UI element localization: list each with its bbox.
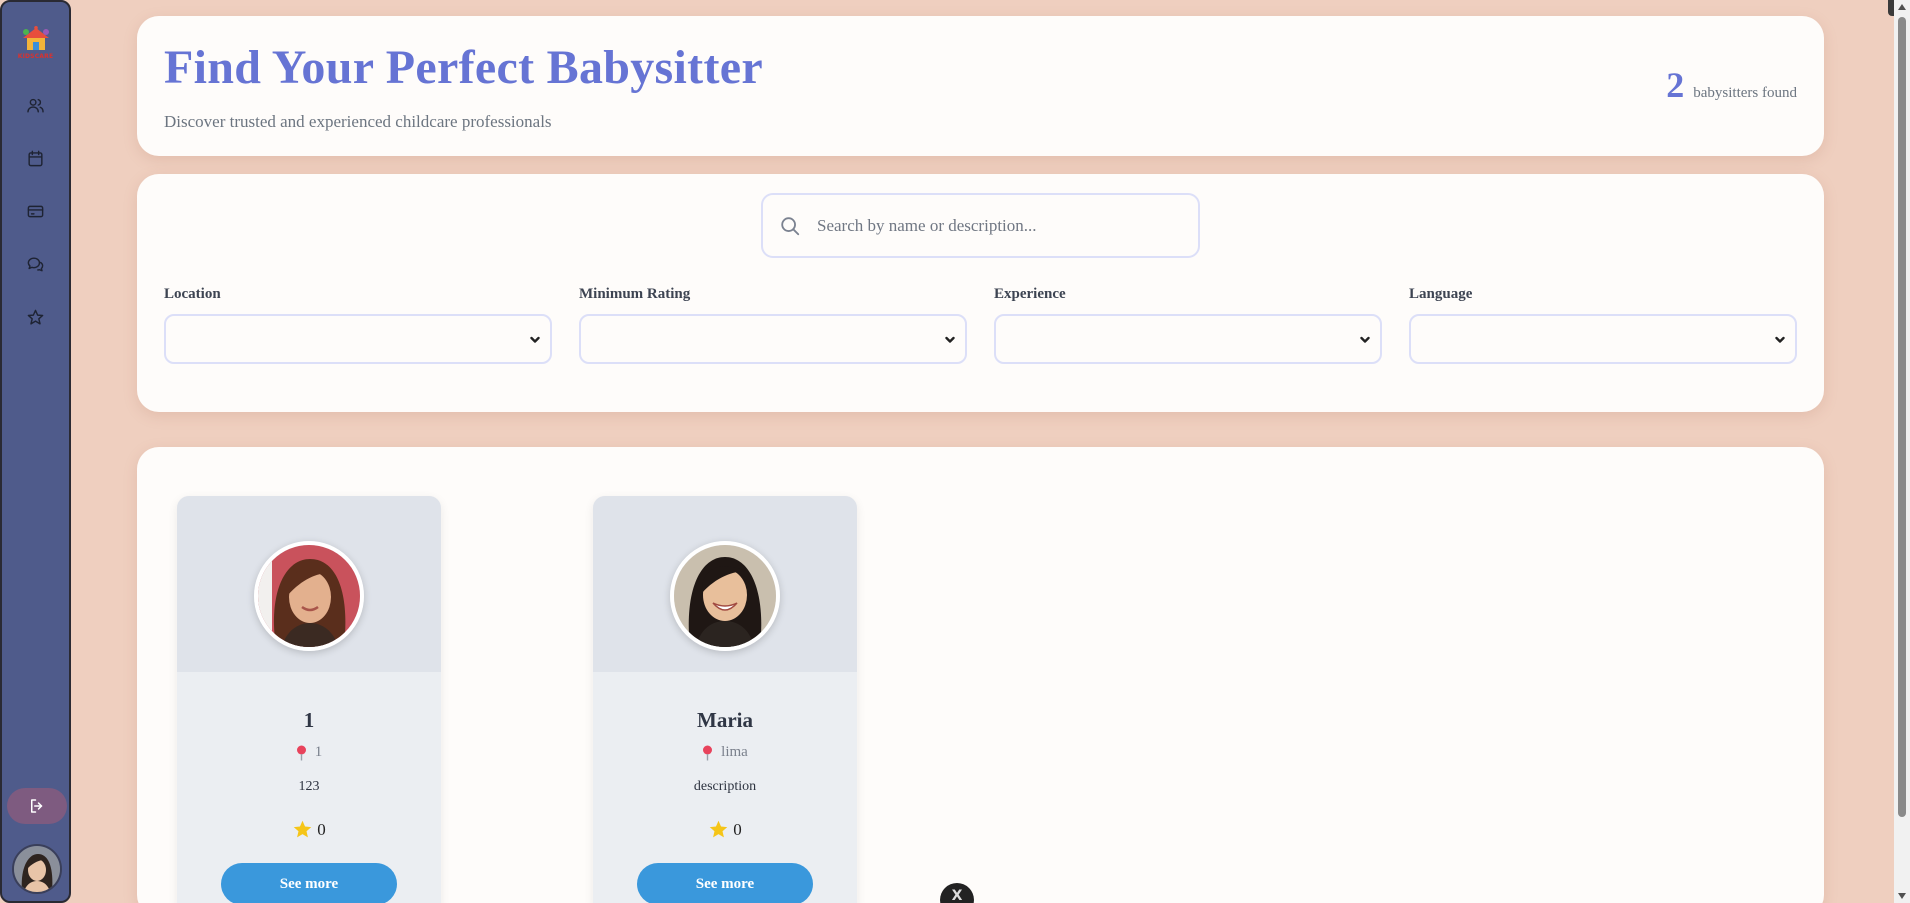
sidebar-item-messages[interactable] — [25, 253, 47, 275]
chevron-down-icon — [945, 336, 955, 343]
sitter-photo — [254, 541, 364, 651]
results-count-label: babysitters found — [1693, 85, 1797, 101]
rating-select[interactable] — [579, 314, 967, 364]
credit-card-icon — [27, 205, 44, 217]
star-outline-icon — [27, 309, 44, 325]
page-scrollbar[interactable] — [1894, 0, 1910, 903]
users-icon — [27, 98, 44, 113]
star-icon — [294, 820, 312, 838]
house-logo-icon — [22, 26, 49, 50]
language-select[interactable] — [1409, 314, 1797, 364]
pin-icon — [703, 745, 713, 760]
sitter-rating: 0 — [177, 819, 441, 840]
user-avatar-image — [14, 846, 60, 892]
header-card: Find Your Perfect Babysitter Discover tr… — [137, 16, 1824, 156]
sitter-card-header — [593, 496, 857, 672]
sitter-card-header — [177, 496, 441, 672]
search-icon — [781, 216, 800, 235]
see-more-button[interactable]: See more — [637, 863, 813, 903]
sitter-photo-image — [674, 545, 776, 647]
sitter-location: 1 — [177, 744, 441, 761]
filter-location: Location — [164, 286, 552, 364]
location-select[interactable] — [164, 314, 552, 364]
sitter-photo-image — [258, 545, 360, 647]
sitter-location-text: 1 — [314, 744, 323, 760]
scroll-down-arrow[interactable] — [1898, 893, 1906, 899]
app-logo[interactable]: KIDSCARE — [13, 26, 59, 66]
user-avatar[interactable] — [12, 844, 62, 894]
sitter-name: Maria — [697, 708, 753, 732]
star-icon — [710, 820, 728, 838]
sitter-rating: 0 — [593, 819, 857, 840]
location-label: Location — [164, 286, 221, 302]
chat-icon — [27, 256, 44, 271]
calendar-icon — [28, 150, 43, 166]
scroll-thumb[interactable] — [1898, 17, 1906, 817]
chevron-down-icon — [1775, 336, 1785, 343]
sidebar-item-calendar[interactable] — [25, 147, 47, 169]
sidebar: KIDSCARE — [0, 0, 71, 903]
sitter-location-text: lima — [721, 744, 748, 760]
filter-card: Location Minimum Rating Experience Langu… — [137, 174, 1824, 412]
logout-button[interactable] — [7, 788, 67, 824]
filter-language: Language — [1409, 286, 1797, 364]
search-box[interactable] — [761, 193, 1200, 258]
page-title: Find Your Perfect Babysitter — [164, 41, 763, 94]
filter-rating: Minimum Rating — [579, 286, 967, 364]
sidebar-item-favorites[interactable] — [25, 306, 47, 328]
logo-text: KIDSCARE — [17, 53, 54, 60]
pin-icon — [296, 745, 306, 760]
sitter-photo — [670, 541, 780, 651]
search-input[interactable] — [817, 205, 1177, 246]
sitter-location: lima — [593, 744, 857, 761]
rating-label: Minimum Rating — [579, 286, 691, 302]
experience-label: Experience — [994, 286, 1066, 302]
sitter-rating-value: 0 — [733, 819, 742, 839]
page-subtitle: Discover trusted and experienced childca… — [164, 112, 552, 131]
language-label: Language — [1409, 286, 1473, 302]
sitter-name: 1 — [303, 708, 315, 732]
filter-experience: Experience — [994, 286, 1382, 364]
chevron-down-icon — [1360, 336, 1370, 343]
logout-icon — [31, 799, 43, 813]
sidebar-nav — [25, 94, 47, 328]
results-count: 2 babysitters found — [1666, 64, 1797, 106]
sidebar-item-payments[interactable] — [25, 200, 47, 222]
scroll-up-arrow[interactable] — [1898, 4, 1906, 10]
sidebar-item-babysitters[interactable] — [25, 94, 47, 116]
experience-select[interactable] — [994, 314, 1382, 364]
chevron-down-icon — [530, 336, 540, 343]
see-more-button[interactable]: See more — [221, 863, 397, 903]
sitter-card: 1 1 123 0 See more — [177, 496, 441, 903]
sitter-description: 123 — [298, 779, 320, 794]
sitter-description: description — [693, 779, 757, 794]
sitter-card: Maria lima description 0 See more — [593, 496, 857, 903]
results-card: 1 1 123 0 See more Maria lima descriptio… — [137, 447, 1824, 903]
results-count-number: 2 — [1666, 65, 1685, 105]
sitter-rating-value: 0 — [317, 819, 326, 839]
